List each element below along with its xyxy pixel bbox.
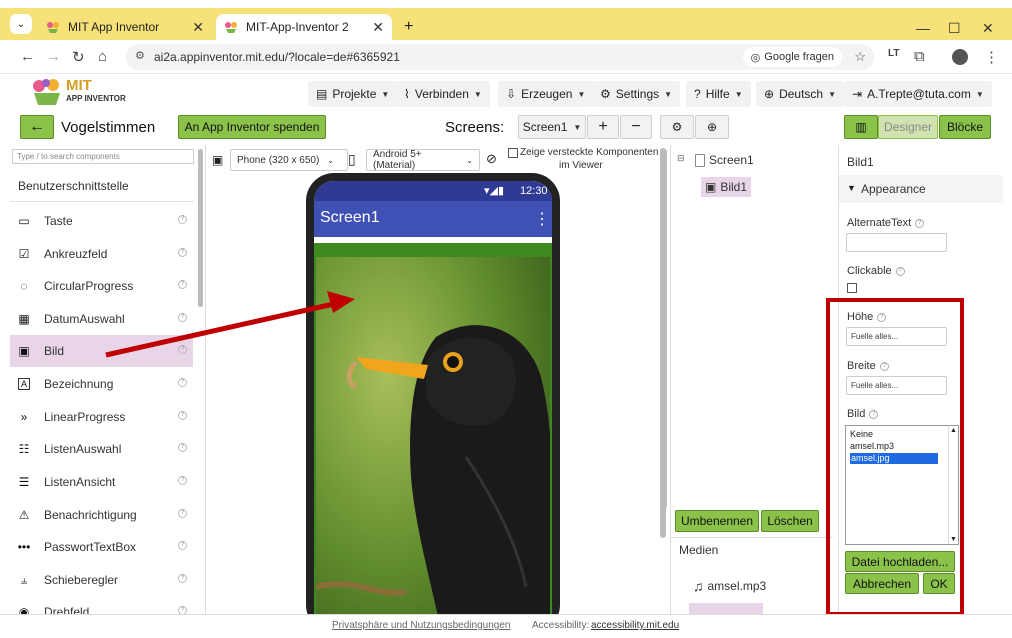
annotation-arrow (105, 291, 355, 358)
accessibility-label: Accessibility: (532, 620, 590, 631)
privacy-link[interactable]: Privatsphäre und Nutzungsbedingungen (332, 620, 510, 631)
accessibility-link[interactable]: accessibility.mit.edu (591, 620, 679, 631)
page-footer: Privatsphäre und Nutzungsbedingungen Acc… (0, 614, 1012, 638)
